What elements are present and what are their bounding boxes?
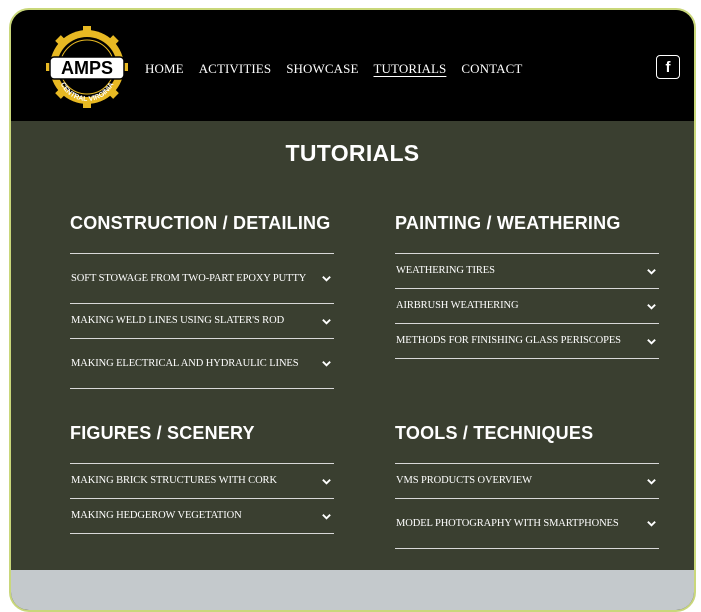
chevron-down-icon[interactable] bbox=[321, 511, 332, 522]
accordion-item[interactable]: MODEL PHOTOGRAPHY WITH SMARTPHONES bbox=[395, 499, 659, 549]
accordion-item-label: MAKING HEDGEROW VEGETATION bbox=[71, 510, 242, 521]
accordion-item-label: MAKING ELECTRICAL AND HYDRAULIC LINES bbox=[71, 357, 299, 369]
chevron-down-icon[interactable] bbox=[321, 476, 332, 487]
chevron-down-icon[interactable] bbox=[646, 518, 657, 529]
chevron-down-icon[interactable] bbox=[646, 476, 657, 487]
chevron-down-icon[interactable] bbox=[321, 358, 332, 369]
accordion-item[interactable]: SOFT STOWAGE FROM TWO-PART EPOXY PUTTY bbox=[70, 254, 334, 304]
accordion-item[interactable]: AIRBRUSH WEATHERING bbox=[395, 289, 659, 324]
category-title: FIGURES / SCENERY bbox=[70, 423, 255, 443]
site-header: AMPS CENTRAL VIRGINIA HOME ACTIVITIES SH… bbox=[11, 10, 694, 121]
chevron-down-icon[interactable] bbox=[321, 316, 332, 327]
accordion-item[interactable]: METHODS FOR FINISHING GLASS PERISCOPES bbox=[395, 324, 659, 359]
accordion: MAKING BRICK STRUCTURES WITH CORK MAKING… bbox=[70, 463, 334, 534]
main-nav: HOME ACTIVITIES SHOWCASE TUTORIALS CONTA… bbox=[145, 61, 537, 77]
category-tools-techniques: TOOLS / TECHNIQUES VMS PRODUCTS OVERVIEW… bbox=[395, 423, 659, 549]
category-title: TOOLS / TECHNIQUES bbox=[395, 423, 594, 443]
browser-frame: AMPS CENTRAL VIRGINIA HOME ACTIVITIES SH… bbox=[9, 8, 696, 612]
nav-home[interactable]: HOME bbox=[145, 61, 184, 77]
accordion: SOFT STOWAGE FROM TWO-PART EPOXY PUTTY M… bbox=[70, 253, 334, 389]
category-figures-scenery: FIGURES / SCENERY MAKING BRICK STRUCTURE… bbox=[70, 423, 334, 534]
chevron-down-icon[interactable] bbox=[646, 266, 657, 277]
accordion-item-label: WEATHERING TIRES bbox=[396, 265, 495, 276]
category-title: CONSTRUCTION / DETAILING bbox=[70, 213, 331, 233]
category-title: PAINTING / WEATHERING bbox=[395, 213, 621, 233]
nav-tutorials[interactable]: TUTORIALS bbox=[374, 61, 447, 77]
accordion-item[interactable]: MAKING WELD LINES USING SLATER'S ROD bbox=[70, 304, 334, 339]
accordion-item-label: SOFT STOWAGE FROM TWO-PART EPOXY PUTTY bbox=[71, 272, 307, 284]
accordion-item-label: METHODS FOR FINISHING GLASS PERISCOPES bbox=[396, 335, 621, 346]
accordion-item-label: MAKING BRICK STRUCTURES WITH CORK bbox=[71, 475, 277, 486]
chevron-down-icon[interactable] bbox=[321, 273, 332, 284]
facebook-icon[interactable]: f bbox=[656, 55, 680, 79]
accordion-item[interactable]: VMS PRODUCTS OVERVIEW bbox=[395, 464, 659, 499]
amps-logo[interactable]: AMPS CENTRAL VIRGINIA bbox=[44, 24, 130, 110]
chevron-down-icon[interactable] bbox=[646, 336, 657, 347]
accordion-item-label: MAKING WELD LINES USING SLATER'S ROD bbox=[71, 315, 285, 326]
nav-contact[interactable]: CONTACT bbox=[461, 61, 522, 77]
category-painting-weathering: PAINTING / WEATHERING WEATHERING TIRES A… bbox=[395, 213, 659, 359]
accordion-item-label: AIRBRUSH WEATHERING bbox=[396, 300, 519, 311]
accordion-item[interactable]: MAKING HEDGEROW VEGETATION bbox=[70, 499, 334, 534]
nav-activities[interactable]: ACTIVITIES bbox=[199, 61, 272, 77]
accordion-item[interactable]: MAKING BRICK STRUCTURES WITH CORK bbox=[70, 464, 334, 499]
category-construction-detailing: CONSTRUCTION / DETAILING SOFT STOWAGE FR… bbox=[70, 213, 334, 389]
accordion: VMS PRODUCTS OVERVIEW MODEL PHOTOGRAPHY … bbox=[395, 463, 659, 549]
page-title: TUTORIALS bbox=[285, 140, 420, 166]
facebook-glyph: f bbox=[665, 58, 671, 76]
accordion: WEATHERING TIRES AIRBRUSH WEATHERING MET… bbox=[395, 253, 659, 359]
accordion-item-label: VMS PRODUCTS OVERVIEW bbox=[396, 475, 532, 486]
logo-main-text: AMPS bbox=[61, 58, 113, 78]
chevron-down-icon[interactable] bbox=[646, 301, 657, 312]
site-footer bbox=[11, 570, 694, 610]
accordion-item[interactable]: WEATHERING TIRES bbox=[395, 254, 659, 289]
nav-showcase[interactable]: SHOWCASE bbox=[286, 61, 358, 77]
accordion-item[interactable]: MAKING ELECTRICAL AND HYDRAULIC LINES bbox=[70, 339, 334, 389]
accordion-item-label: MODEL PHOTOGRAPHY WITH SMARTPHONES bbox=[396, 517, 619, 529]
